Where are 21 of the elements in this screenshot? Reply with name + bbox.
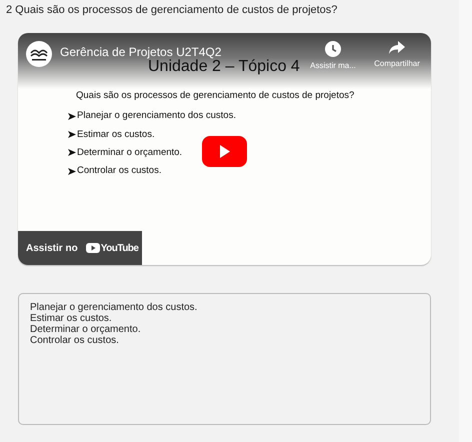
bullet-arrow-icon — [68, 149, 76, 156]
watch-on-youtube-button[interactable]: Assistir no YouTube — [18, 231, 142, 265]
slide-bullet: Determinar o orçamento. — [77, 146, 182, 160]
play-button-icon[interactable] — [202, 136, 247, 167]
answer-field[interactable]: Planejar o gerenciamento dos custos. Estimar os custos. Determinar o orçamento. Controlar os custos. — [18, 293, 431, 425]
play-logo-icon — [86, 243, 100, 253]
bullet-arrow-icon — [68, 131, 76, 138]
slide-title: Unidade 2 – Tópico 4 — [148, 58, 300, 77]
bullet-arrow-icon — [68, 112, 76, 120]
question-text: 2 Quais são os processos de gerenciamento de custos de projetos? — [6, 3, 338, 17]
player-action-button[interactable]: Compartilhar — [371, 41, 423, 72]
slide-question: Quais são os processos de gerenciamento de custos de projetos? — [76, 89, 354, 103]
channel-logo-icon[interactable] — [26, 41, 52, 67]
video-title[interactable]: Gerência de Projetos U2T4Q2 — [60, 43, 222, 61]
bullet-arrow-icon — [68, 168, 76, 175]
slide-bullet: Controlar os custos. — [77, 164, 162, 178]
clock-icon — [325, 41, 341, 57]
slide-bullet: Planejar o gerenciamento dos custos. — [77, 109, 236, 124]
slide-bullet: Estimar os custos. — [77, 128, 155, 142]
player-action-button[interactable]: Assistir ma... — [307, 41, 359, 72]
share-icon — [389, 41, 405, 55]
